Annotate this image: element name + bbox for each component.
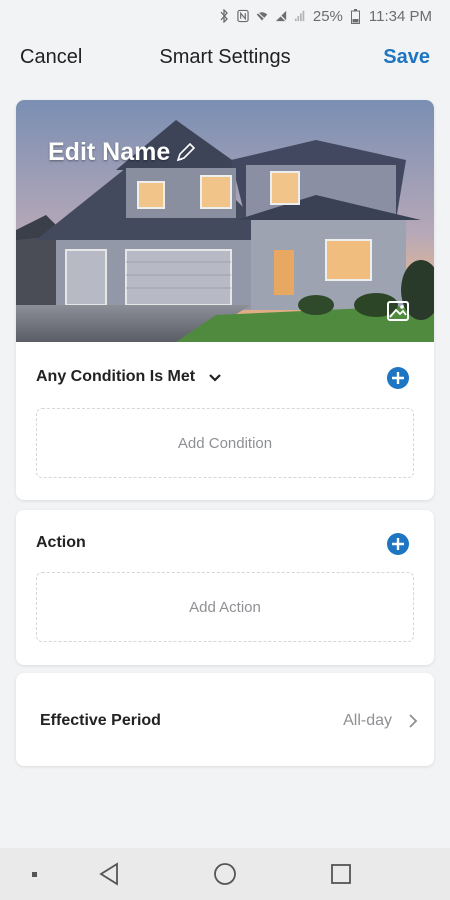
add-action-area[interactable]: Add Action — [36, 572, 414, 642]
add-condition-label: Add Condition — [177, 434, 273, 452]
cancel-button[interactable]: Cancel — [20, 46, 82, 69]
house-photo — [16, 100, 434, 342]
wifi-icon — [256, 9, 268, 23]
add-condition-plus-icon[interactable] — [386, 366, 410, 390]
effective-period-label: Effective Period — [40, 712, 161, 729]
effective-period-value: All-day — [343, 712, 392, 729]
status-time: 11:34 PM — [368, 7, 432, 25]
chevron-right-icon — [406, 713, 420, 729]
effective-period-row[interactable]: Effective Period All-day — [16, 673, 434, 766]
edit-name-button[interactable]: Edit Name — [48, 138, 196, 167]
recent-dot-icon[interactable] — [20, 860, 48, 888]
no-signal-icon — [275, 9, 287, 23]
action-header: Action — [16, 524, 434, 564]
bluetooth-icon — [218, 9, 230, 23]
chevron-down-icon[interactable] — [208, 370, 222, 388]
status-bar: 25% 11:34 PM — [0, 0, 450, 32]
save-button[interactable]: Save — [383, 46, 430, 69]
scene-card: Edit Name Any Condition Is Met Add Condi… — [16, 100, 434, 500]
condition-mode-label[interactable]: Any Condition Is Met — [36, 368, 195, 386]
top-app-bar: Cancel Smart Settings Save — [0, 40, 450, 78]
signal-icon — [294, 9, 306, 23]
nfc-icon — [237, 9, 249, 23]
overview-icon[interactable] — [327, 860, 355, 888]
pencil-icon — [174, 142, 196, 164]
add-action-label: Add Action — [189, 598, 261, 616]
battery-percent: 25% — [312, 7, 343, 25]
condition-header: Any Condition Is Met — [16, 358, 434, 398]
battery-icon — [350, 8, 362, 24]
system-navigation-bar — [0, 848, 450, 900]
scene-cover-image[interactable]: Edit Name — [16, 100, 434, 342]
scene-name-label: Edit Name — [48, 138, 171, 166]
home-icon[interactable] — [211, 860, 239, 888]
action-card: Action Add Action — [16, 510, 434, 665]
action-title: Action — [36, 534, 86, 551]
add-condition-area[interactable]: Add Condition — [36, 408, 414, 478]
image-icon[interactable] — [386, 300, 410, 322]
add-action-plus-icon[interactable] — [386, 532, 410, 556]
back-icon[interactable] — [96, 860, 124, 888]
